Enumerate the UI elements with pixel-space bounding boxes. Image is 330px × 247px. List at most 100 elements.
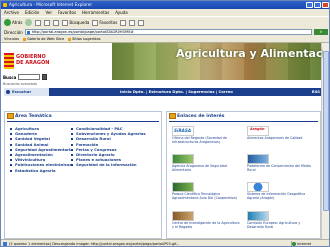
- menu-herramientas[interactable]: Herramientas: [82, 9, 109, 16]
- link-sitios-label: Sitios sugeridos: [72, 37, 101, 41]
- link-entry-label: Centro de Investigación de la Agricultur…: [172, 221, 240, 229]
- links-bar: Vínculos Galería de Web Slice Sitios sug…: [1, 36, 329, 43]
- address-label: Dirección: [4, 29, 23, 35]
- minimize-button[interactable]: [306, 2, 313, 8]
- page-header: GOBIERNO DE ARAGÓN Busca Buscando avanza…: [1, 43, 323, 88]
- alimentos-aragon-logo: [247, 126, 269, 136]
- panel-divider: [7, 121, 159, 122]
- star-icon: [92, 19, 99, 26]
- go-button[interactable]: Ir: [314, 29, 328, 35]
- gobierno-aragon-logo[interactable]: GOBIERNO DE ARAGÓN: [4, 53, 50, 69]
- forward-button[interactable]: [25, 18, 33, 27]
- link-web-slice[interactable]: Galería de Web Slice: [23, 37, 64, 41]
- page-icon: [26, 31, 30, 34]
- rss-link[interactable]: RSS: [312, 88, 320, 96]
- link-entry[interactable]: Agencia Aragonesa de Seguridad Alimentar…: [172, 154, 242, 173]
- menu-favoritos[interactable]: Favoritos: [58, 9, 76, 16]
- enlaces-title: Enlaces de interés: [177, 114, 225, 119]
- status-page-icon: [3, 242, 7, 246]
- link-entry[interactable]: Comisión Europea: Agricultura y Desarrol…: [247, 211, 317, 230]
- research-logo: [172, 211, 194, 221]
- link-entry-label: Plataforma de Conocimiento del Medio Rur…: [247, 164, 311, 172]
- toolbar: Atrás Búsqueda Favoritos: [1, 16, 329, 28]
- platform-logo: [247, 154, 269, 164]
- globe-icon: [247, 182, 269, 192]
- search-icon: [62, 19, 69, 26]
- status-text: (5 quedan 1 elementos) Descargando image…: [9, 242, 180, 246]
- page-title: Agricultura y Alimentación: [176, 47, 323, 60]
- folder-icon: [169, 113, 176, 119]
- nav-links[interactable]: Inicio Dpto. | Estructura Dpto. | Sugere…: [120, 88, 233, 96]
- escuchar-button[interactable]: Escuchar: [4, 88, 49, 96]
- aragon-flag-icon: [4, 53, 14, 69]
- site-search-input[interactable]: [18, 74, 40, 80]
- search-label: Busca: [3, 75, 17, 80]
- topic-link[interactable]: Estadística Agraria: [10, 168, 73, 173]
- favorites-button[interactable]: Favoritos: [92, 18, 117, 27]
- status-bar: (5 quedan 1 elementos) Descargando image…: [1, 239, 329, 246]
- agency-logo: [172, 154, 194, 164]
- favorites-label: Favoritos: [99, 20, 118, 25]
- forward-arrow-icon: [25, 19, 33, 26]
- link-web-slice-label: Galería de Web Slice: [27, 37, 65, 41]
- home-icon[interactable]: [53, 19, 60, 26]
- browser-window: Agricultura - Microsoft Internet Explore…: [0, 0, 330, 247]
- search-area: Busca: [3, 74, 47, 80]
- link-entry-label: Oficina del Regante (Sociedad de Infraes…: [172, 136, 227, 144]
- area-tematica-panel: Área Temática Agricultura Ganadería Sani…: [4, 111, 162, 239]
- back-arrow-icon: [4, 19, 11, 26]
- speaker-icon: [6, 90, 10, 94]
- nav-strip: Escuchar Inicio Dpto. | Estructura Dpto.…: [4, 88, 323, 96]
- sitios-icon: [68, 37, 72, 41]
- topic-link[interactable]: Seguridad de la información: [71, 162, 146, 167]
- parque-logo: [172, 182, 194, 192]
- link-entry[interactable]: Parque Científico Tecnológico Agroalimen…: [172, 182, 242, 201]
- print-icon[interactable]: [138, 19, 145, 26]
- site-search-button[interactable]: [42, 74, 47, 80]
- vertical-scrollbar[interactable]: [321, 43, 329, 239]
- link-sitios[interactable]: Sitios sugeridos: [68, 37, 101, 41]
- link-entry[interactable]: Plataforma de Conocimiento del Medio Rur…: [247, 154, 317, 173]
- security-zone: Internet: [291, 241, 311, 246]
- back-label: Atrás: [12, 20, 23, 25]
- scroll-thumb[interactable]: [323, 51, 329, 211]
- topics-column-1: Agricultura Ganadería Sanidad Vegetal Sa…: [10, 126, 73, 173]
- menu-edicion[interactable]: Edición: [25, 9, 39, 16]
- search-button[interactable]: Búsqueda: [62, 18, 89, 27]
- link-entry-label: Sistema de Información Geográfica Agrari…: [247, 192, 306, 200]
- mail-icon[interactable]: [129, 19, 136, 26]
- link-entry[interactable]: Alimentos Aragoneses de Calidad: [247, 126, 317, 141]
- sirasa-logo: [172, 126, 194, 136]
- history-icon[interactable]: [120, 19, 127, 26]
- zone-label: Internet: [297, 242, 311, 246]
- refresh-icon[interactable]: [44, 19, 51, 26]
- enlaces-panel: Enlaces de interés Oficina del Regante (…: [166, 111, 321, 239]
- ie-logo-icon: [3, 3, 7, 7]
- link-entry-label: Alimentos Aragoneses de Calidad: [247, 136, 303, 140]
- menu-ayuda[interactable]: Ayuda: [115, 9, 127, 16]
- title-bar: Agricultura - Microsoft Internet Explore…: [1, 1, 329, 9]
- menu-ver[interactable]: Ver: [45, 9, 52, 16]
- web-page: GOBIERNO DE ARAGÓN Busca Buscando avanza…: [1, 43, 323, 239]
- maximize-button[interactable]: [314, 2, 321, 8]
- eu-logo: [247, 211, 269, 221]
- web-slice-icon: [23, 37, 27, 41]
- stop-icon[interactable]: [35, 19, 42, 26]
- address-bar: Dirección http://portal.aragon.es/portal…: [1, 28, 329, 36]
- links-label: Vínculos: [4, 37, 20, 41]
- panel-divider: [169, 121, 318, 122]
- area-tematica-title: Área Temática: [15, 114, 52, 119]
- window-title: Agricultura - Microsoft Internet Explore…: [9, 2, 93, 7]
- link-entry[interactable]: Oficina del Regante (Sociedad de Infraes…: [172, 126, 242, 145]
- link-entry[interactable]: Centro de Investigación de la Agricultur…: [172, 211, 242, 230]
- advanced-search-link[interactable]: Buscando avanzado: [3, 82, 37, 86]
- address-input[interactable]: http://portal.aragon.es/portal/page/port…: [24, 29, 312, 35]
- escuchar-label: Escuchar: [12, 89, 32, 94]
- folder-icon: [7, 113, 14, 119]
- link-entry-label: Parque Científico Tecnológico Agroalimen…: [172, 192, 237, 200]
- link-entry[interactable]: Sistema de Información Geográfica Agrari…: [247, 182, 317, 201]
- menu-archivo[interactable]: Archivo: [4, 9, 19, 16]
- gov-line2: DE ARAGÓN: [16, 60, 50, 66]
- close-button[interactable]: [322, 2, 329, 8]
- back-button[interactable]: Atrás: [4, 18, 22, 27]
